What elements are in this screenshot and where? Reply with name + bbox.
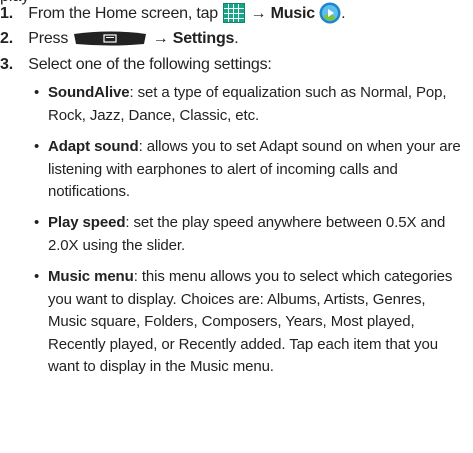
bullet-line: Recently played, or Recently added. Tap … xyxy=(48,335,438,353)
bullet-line: SoundAlive: set a type of equalization s… xyxy=(48,82,473,105)
bullet-line: notifications. xyxy=(48,183,130,201)
bullet-adapt-sound: • Adapt sound: allows you to set Adapt s… xyxy=(34,136,473,204)
bullet-text: : allows you to set Adapt sound on when … xyxy=(138,138,461,155)
step-suffix: . xyxy=(234,30,239,47)
bullet-play-speed: • Play speed: set the play speed anywher… xyxy=(34,212,473,257)
step-text: Press xyxy=(28,30,69,47)
bullet-line: want to display in the Music menu. xyxy=(48,358,274,376)
apps-grid-icon xyxy=(223,3,246,23)
bullet-term: SoundAlive xyxy=(48,84,130,101)
bullet-term: Play speed xyxy=(48,214,126,231)
bullet-music-menu: • Music menu: this menu allows you to se… xyxy=(34,266,473,379)
bullet-text: : this menu allows you to select which c… xyxy=(133,268,453,285)
arrow-icon: → xyxy=(152,30,169,47)
bullet-line: 2.0X using the slider. xyxy=(48,236,186,254)
bullet-line: you want to display. Choices are: Albums… xyxy=(48,290,426,308)
music-player-icon xyxy=(319,2,341,24)
step-number: 2. xyxy=(0,30,13,47)
bullet-soundalive: • SoundAlive: set a type of equalization… xyxy=(34,82,473,127)
bullet-dot: • xyxy=(34,84,40,101)
step-3: 3. Select one of the following settings: xyxy=(0,54,272,76)
bullet-dot: • xyxy=(34,214,40,231)
bullet-line: listening with earphones to alert of inc… xyxy=(48,160,398,178)
manual-page: play 1. From the Home screen, tap → Musi… xyxy=(0,0,473,453)
bullet-dot: • xyxy=(34,268,40,285)
bullet-term: Adapt sound xyxy=(48,138,139,155)
step-text: From the Home screen, tap xyxy=(28,5,218,22)
bullet-term: Music menu xyxy=(48,268,134,285)
step-text: Select one of the following settings: xyxy=(28,56,272,73)
bullet-line: Play speed: set the play speed anywhere … xyxy=(48,212,473,235)
bullet-line: Adapt sound: allows you to set Adapt sou… xyxy=(48,136,473,159)
step-suffix: . xyxy=(341,5,346,22)
bullet-line: Music square, Folders, Composers, Years,… xyxy=(48,313,415,331)
step-1: 1. From the Home screen, tap → Music . xyxy=(0,2,346,25)
step-2: 2. Press → Settings. xyxy=(0,28,239,50)
settings-label: Settings xyxy=(172,30,235,47)
bullet-text: : set the play speed anywhere between 0.… xyxy=(125,214,446,231)
bullet-line: Rock, Jazz, Dance, Classic, etc. xyxy=(48,106,260,124)
bullet-text: : set a type of equalization such as Nor… xyxy=(129,84,447,101)
bullet-line: Music menu: this menu allows you to sele… xyxy=(48,266,473,289)
bullet-dot: • xyxy=(34,138,40,155)
menu-key-icon xyxy=(74,31,147,46)
arrow-icon: → xyxy=(250,5,267,22)
music-label: Music xyxy=(270,5,316,22)
step-number: 1. xyxy=(0,5,13,22)
step-number: 3. xyxy=(0,56,13,73)
